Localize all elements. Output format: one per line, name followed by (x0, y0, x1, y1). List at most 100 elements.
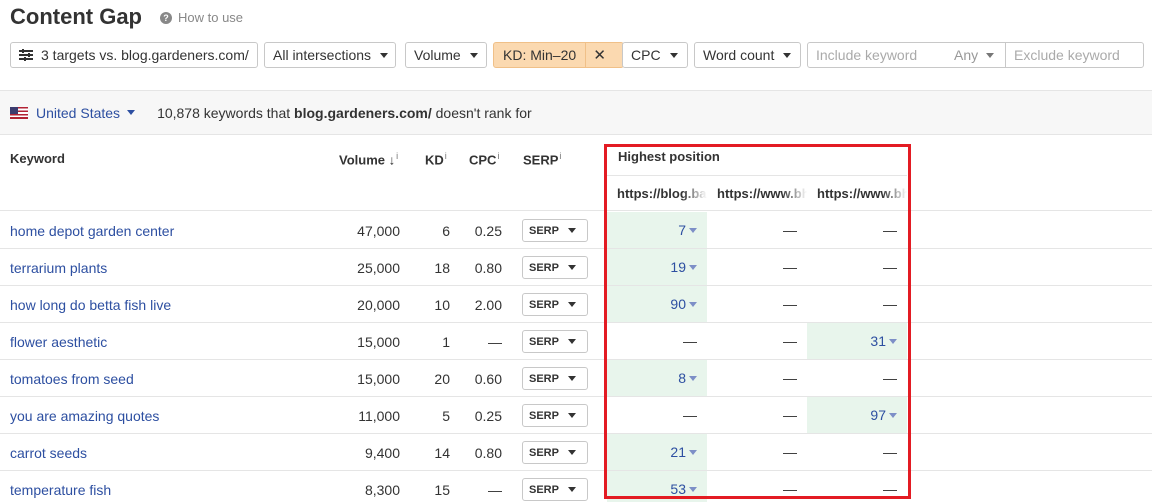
keyword-link[interactable]: how long do betta fish live (10, 297, 171, 313)
country-dropdown[interactable]: United States (10, 105, 136, 121)
targets-label: 3 targets vs. blog.gardeners.com/ (41, 47, 249, 63)
volume-column-header[interactable]: Volume ↓i (339, 151, 398, 167)
volume-value: 20,000 (357, 297, 400, 313)
caret-down-icon (567, 487, 576, 492)
keyword-link[interactable]: carrot seeds (10, 445, 87, 461)
exclude-keyword-input[interactable] (1006, 43, 1143, 67)
volume-value: 9,400 (364, 445, 400, 461)
position-cell[interactable]: 31 (807, 323, 907, 359)
caret-down-icon (986, 52, 995, 58)
cpc-value: 0.60 (474, 371, 502, 387)
cpc-dropdown[interactable]: CPC (622, 42, 688, 68)
serp-button[interactable]: SERP (522, 404, 588, 427)
highest-position-header: Highest position (618, 149, 720, 164)
caret-down-icon (127, 110, 136, 115)
table-row: carrot seeds 9,400 14 0.80 SERP 21 — — (0, 434, 1152, 471)
how-to-use-label: How to use (178, 10, 244, 25)
keyword-link[interactable]: flower aesthetic (10, 334, 107, 350)
position-cell: — (783, 370, 797, 386)
serp-button[interactable]: SERP (522, 367, 588, 390)
caret-down-icon (669, 52, 678, 58)
caret-down-icon (469, 52, 478, 58)
kd-column-header[interactable]: KDi (425, 151, 447, 167)
close-icon[interactable]: ✕ (585, 43, 613, 67)
match-mode-dropdown[interactable]: Any (948, 43, 1006, 67)
summary-domain: blog.gardeners.com/ (294, 104, 432, 121)
position-cell[interactable]: 21 (607, 434, 707, 470)
caret-down-icon (567, 339, 576, 344)
intersections-label: All intersections (273, 47, 372, 63)
triangle-down-icon (689, 301, 697, 307)
cpc-column-header[interactable]: CPCi (469, 151, 499, 167)
triangle-down-icon (689, 486, 697, 492)
serp-button[interactable]: SERP (522, 256, 588, 279)
serp-button[interactable]: SERP (522, 293, 588, 316)
table-row: tomatoes from seed 15,000 20 0.60 SERP 8… (0, 360, 1152, 397)
position-cell: — (883, 481, 897, 497)
position-cell[interactable]: 97 (807, 397, 907, 433)
serp-button[interactable]: SERP (522, 330, 588, 353)
caret-down-icon (567, 265, 576, 270)
volume-label: Volume (414, 47, 461, 63)
cpc-label: CPC (631, 47, 661, 63)
serp-button[interactable]: SERP (522, 219, 588, 242)
position-cell[interactable]: 19 (607, 249, 707, 285)
caret-down-icon (567, 376, 576, 381)
position-cell: — (683, 333, 697, 349)
target-subheaders: https://blog.backyardboss.net/ https://w… (607, 175, 907, 211)
table-header: Keyword Volume ↓i KDi CPCi SERPi Highest… (0, 135, 1152, 211)
volume-value: 47,000 (357, 223, 400, 239)
position-cell: — (783, 296, 797, 312)
kd-filter-chip[interactable]: KD: Min–20 ✕ (493, 42, 624, 68)
intersections-dropdown[interactable]: All intersections (264, 42, 396, 68)
position-cell: — (783, 259, 797, 275)
position-cell: — (783, 407, 797, 423)
keyword-link[interactable]: temperature fish (10, 482, 111, 498)
page-title: Content Gap (10, 4, 142, 29)
how-to-use-link[interactable]: ? How to use (160, 10, 243, 25)
triangle-down-icon (889, 412, 897, 418)
volume-value: 8,300 (364, 482, 400, 498)
table-row: temperature fish 8,300 15 — SERP 53 — — (0, 471, 1152, 502)
table-row: you are amazing quotes 11,000 5 0.25 SER… (0, 397, 1152, 434)
keyword-filter-group: Any (807, 42, 1144, 68)
position-cell[interactable]: 90 (607, 286, 707, 322)
serp-button[interactable]: SERP (522, 441, 588, 464)
position-cell[interactable]: 7 (607, 212, 707, 248)
kd-value: 5 (442, 408, 450, 424)
keyword-column-header[interactable]: Keyword (10, 151, 65, 166)
target-column-header[interactable]: https://www.bhg.com/gardening/ (807, 176, 907, 211)
cpc-value: — (488, 482, 502, 498)
position-cell: — (783, 481, 797, 497)
triangle-down-icon (689, 227, 697, 233)
position-cell: — (883, 296, 897, 312)
kd-value: 20 (434, 371, 450, 387)
volume-value: 25,000 (357, 260, 400, 276)
summary-text: 10,878 keywords that blog.gardeners.com/… (157, 104, 532, 121)
kd-value: 18 (434, 260, 450, 276)
caret-down-icon (567, 413, 576, 418)
serp-button[interactable]: SERP (522, 478, 588, 501)
word-count-label: Word count (703, 47, 775, 63)
include-keyword-input[interactable] (808, 43, 948, 67)
position-cell: — (783, 333, 797, 349)
position-cell[interactable]: 53 (607, 471, 707, 502)
cpc-value: 2.00 (474, 297, 502, 313)
keyword-link[interactable]: terrarium plants (10, 260, 107, 276)
question-circle-icon: ? (160, 11, 172, 24)
target-column-header[interactable]: https://www.bhg.com/ (707, 176, 807, 211)
keyword-link[interactable]: home depot garden center (10, 223, 174, 239)
target-column-header[interactable]: https://blog.backyardboss.net/ (607, 176, 707, 211)
keyword-link[interactable]: you are amazing quotes (10, 408, 159, 424)
kd-value: 6 (442, 223, 450, 239)
volume-value: 15,000 (357, 371, 400, 387)
keyword-link[interactable]: tomatoes from seed (10, 371, 134, 387)
targets-button[interactable]: 3 targets vs. blog.gardeners.com/ (10, 42, 258, 68)
volume-dropdown[interactable]: Volume (405, 42, 487, 68)
triangle-down-icon (689, 449, 697, 455)
table-row: flower aesthetic 15,000 1 — SERP — — 31 (0, 323, 1152, 360)
position-cell[interactable]: 8 (607, 360, 707, 396)
cpc-value: 0.80 (474, 445, 502, 461)
word-count-dropdown[interactable]: Word count (694, 42, 801, 68)
caret-down-icon (380, 52, 389, 58)
